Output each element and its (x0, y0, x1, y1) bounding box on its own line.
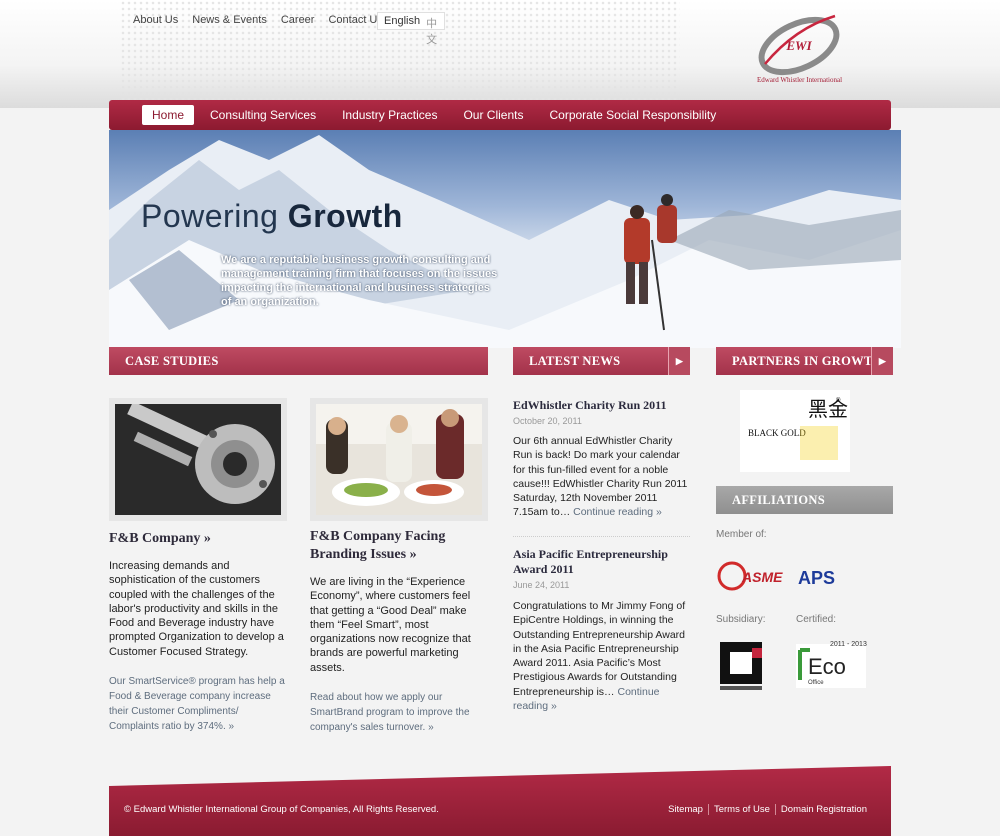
logo-mark: EWI (785, 38, 812, 53)
case-studies-title: CASE STUDIES (125, 353, 219, 368)
eco-text: Eco (808, 654, 846, 679)
hero-description: We are a reputable business growth consu… (221, 254, 498, 308)
footer-links: Sitemap Terms of Use Domain Registration (663, 804, 872, 815)
hero-banner: Powering Growth We are a reputable busin… (109, 130, 901, 348)
footer-link-terms[interactable]: Terms of Use (707, 804, 775, 815)
nav-our-clients[interactable]: Our Clients (463, 108, 523, 122)
affiliations-header: AFFILIATIONS (716, 486, 893, 514)
case-link-2[interactable]: Read about how we apply our SmartBrand p… (310, 690, 482, 735)
partner-reg: ® (836, 397, 841, 404)
utility-nav: About Us News & Events Career Contact Us (133, 14, 397, 26)
news-date-2: June 24, 2011 (513, 580, 570, 590)
eco-office-logo[interactable]: 2011 - 2013 Eco Office (796, 640, 868, 692)
news-text-2: Congratulations to Mr Jimmy Fong of EpiC… (513, 600, 686, 698)
arrow-right-icon[interactable]: ▶ (668, 347, 690, 375)
nav-home[interactable]: Home (142, 105, 195, 125)
case-link-1[interactable]: Our SmartService® program has help a Foo… (109, 674, 289, 734)
member-label: Member of: (716, 529, 767, 540)
link-contact-us[interactable]: Contact Us (328, 14, 382, 26)
nav-csr[interactable]: Corporate Social Responsibility (549, 108, 716, 122)
partners-title: PARTNERS IN GROWTH (732, 353, 883, 368)
lang-english[interactable]: English (384, 15, 420, 27)
subsidiary-logo[interactable] (718, 640, 772, 692)
continue-reading-1[interactable]: Continue reading » (573, 506, 662, 518)
link-news-events[interactable]: News & Events (192, 14, 267, 26)
nav-industry-practices[interactable]: Industry Practices (342, 108, 437, 122)
news-body-2: Congratulations to Mr Jimmy Fong of EpiC… (513, 599, 691, 713)
case-image-calipers[interactable] (109, 398, 287, 521)
footer-link-sitemap[interactable]: Sitemap (663, 804, 708, 815)
member-logos: ASME APS (716, 560, 856, 592)
logo-name: Edward Whistler International (757, 76, 843, 84)
partner-logo-black-gold[interactable]: 黑金 BLACK GOLD ® (740, 390, 850, 472)
news-title-2[interactable]: Asia Pacific Entrepreneurship Award 2011 (513, 547, 688, 577)
certified-label: Certified: (796, 614, 837, 625)
latest-news-title: LATEST NEWS (529, 353, 621, 368)
language-switcher: English 中文 (377, 12, 445, 46)
link-career[interactable]: Career (281, 14, 315, 26)
eco-years: 2011 - 2013 (830, 641, 867, 648)
footer-copyright: © Edward Whistler International Group of… (124, 804, 439, 815)
mountain-scene (109, 135, 901, 348)
eco-sub: Office (808, 680, 824, 686)
asme-logo: ASME (741, 569, 783, 585)
footer-band (109, 766, 891, 836)
footer-link-domain[interactable]: Domain Registration (774, 804, 872, 815)
news-divider (513, 536, 690, 537)
lang-chinese[interactable]: 中文 (426, 15, 438, 46)
case-title-1[interactable]: F&B Company » (109, 530, 289, 548)
main-nav: Home Consulting Services Industry Practi… (109, 100, 891, 130)
case-body-1: Increasing demands and sophistication of… (109, 560, 284, 658)
aps-logo: APS (798, 568, 835, 588)
hero-title-light: Powering (141, 198, 279, 234)
partners-header[interactable]: PARTNERS IN GROWTH ▶ (716, 347, 893, 375)
case-image-dining[interactable] (310, 398, 488, 521)
news-title-1[interactable]: EdWhistler Charity Run 2011 (513, 398, 688, 413)
latest-news-header[interactable]: LATEST NEWS ▶ (513, 347, 690, 375)
hero-title: Powering Growth (141, 198, 403, 235)
subsidiary-label: Subsidiary: (716, 614, 766, 625)
affiliations-title: AFFILIATIONS (732, 492, 825, 507)
case-body-2: We are living in the “Experience Economy… (310, 576, 471, 674)
hero-title-bold: Growth (287, 198, 403, 234)
link-about-us[interactable]: About Us (133, 14, 178, 26)
news-body-1: Our 6th annual EdWhistler Charity Run is… (513, 434, 691, 520)
case-studies-header: CASE STUDIES (109, 347, 488, 375)
partner-name: BLACK GOLD (748, 428, 806, 438)
case-title-2[interactable]: F&B Company Facing Branding Issues » (310, 528, 490, 564)
news-date-1: October 20, 2011 (513, 416, 582, 426)
nav-consulting-services[interactable]: Consulting Services (210, 108, 316, 122)
arrow-right-icon[interactable]: ▶ (871, 347, 893, 375)
partner-char-1: 黑金 (808, 397, 848, 421)
